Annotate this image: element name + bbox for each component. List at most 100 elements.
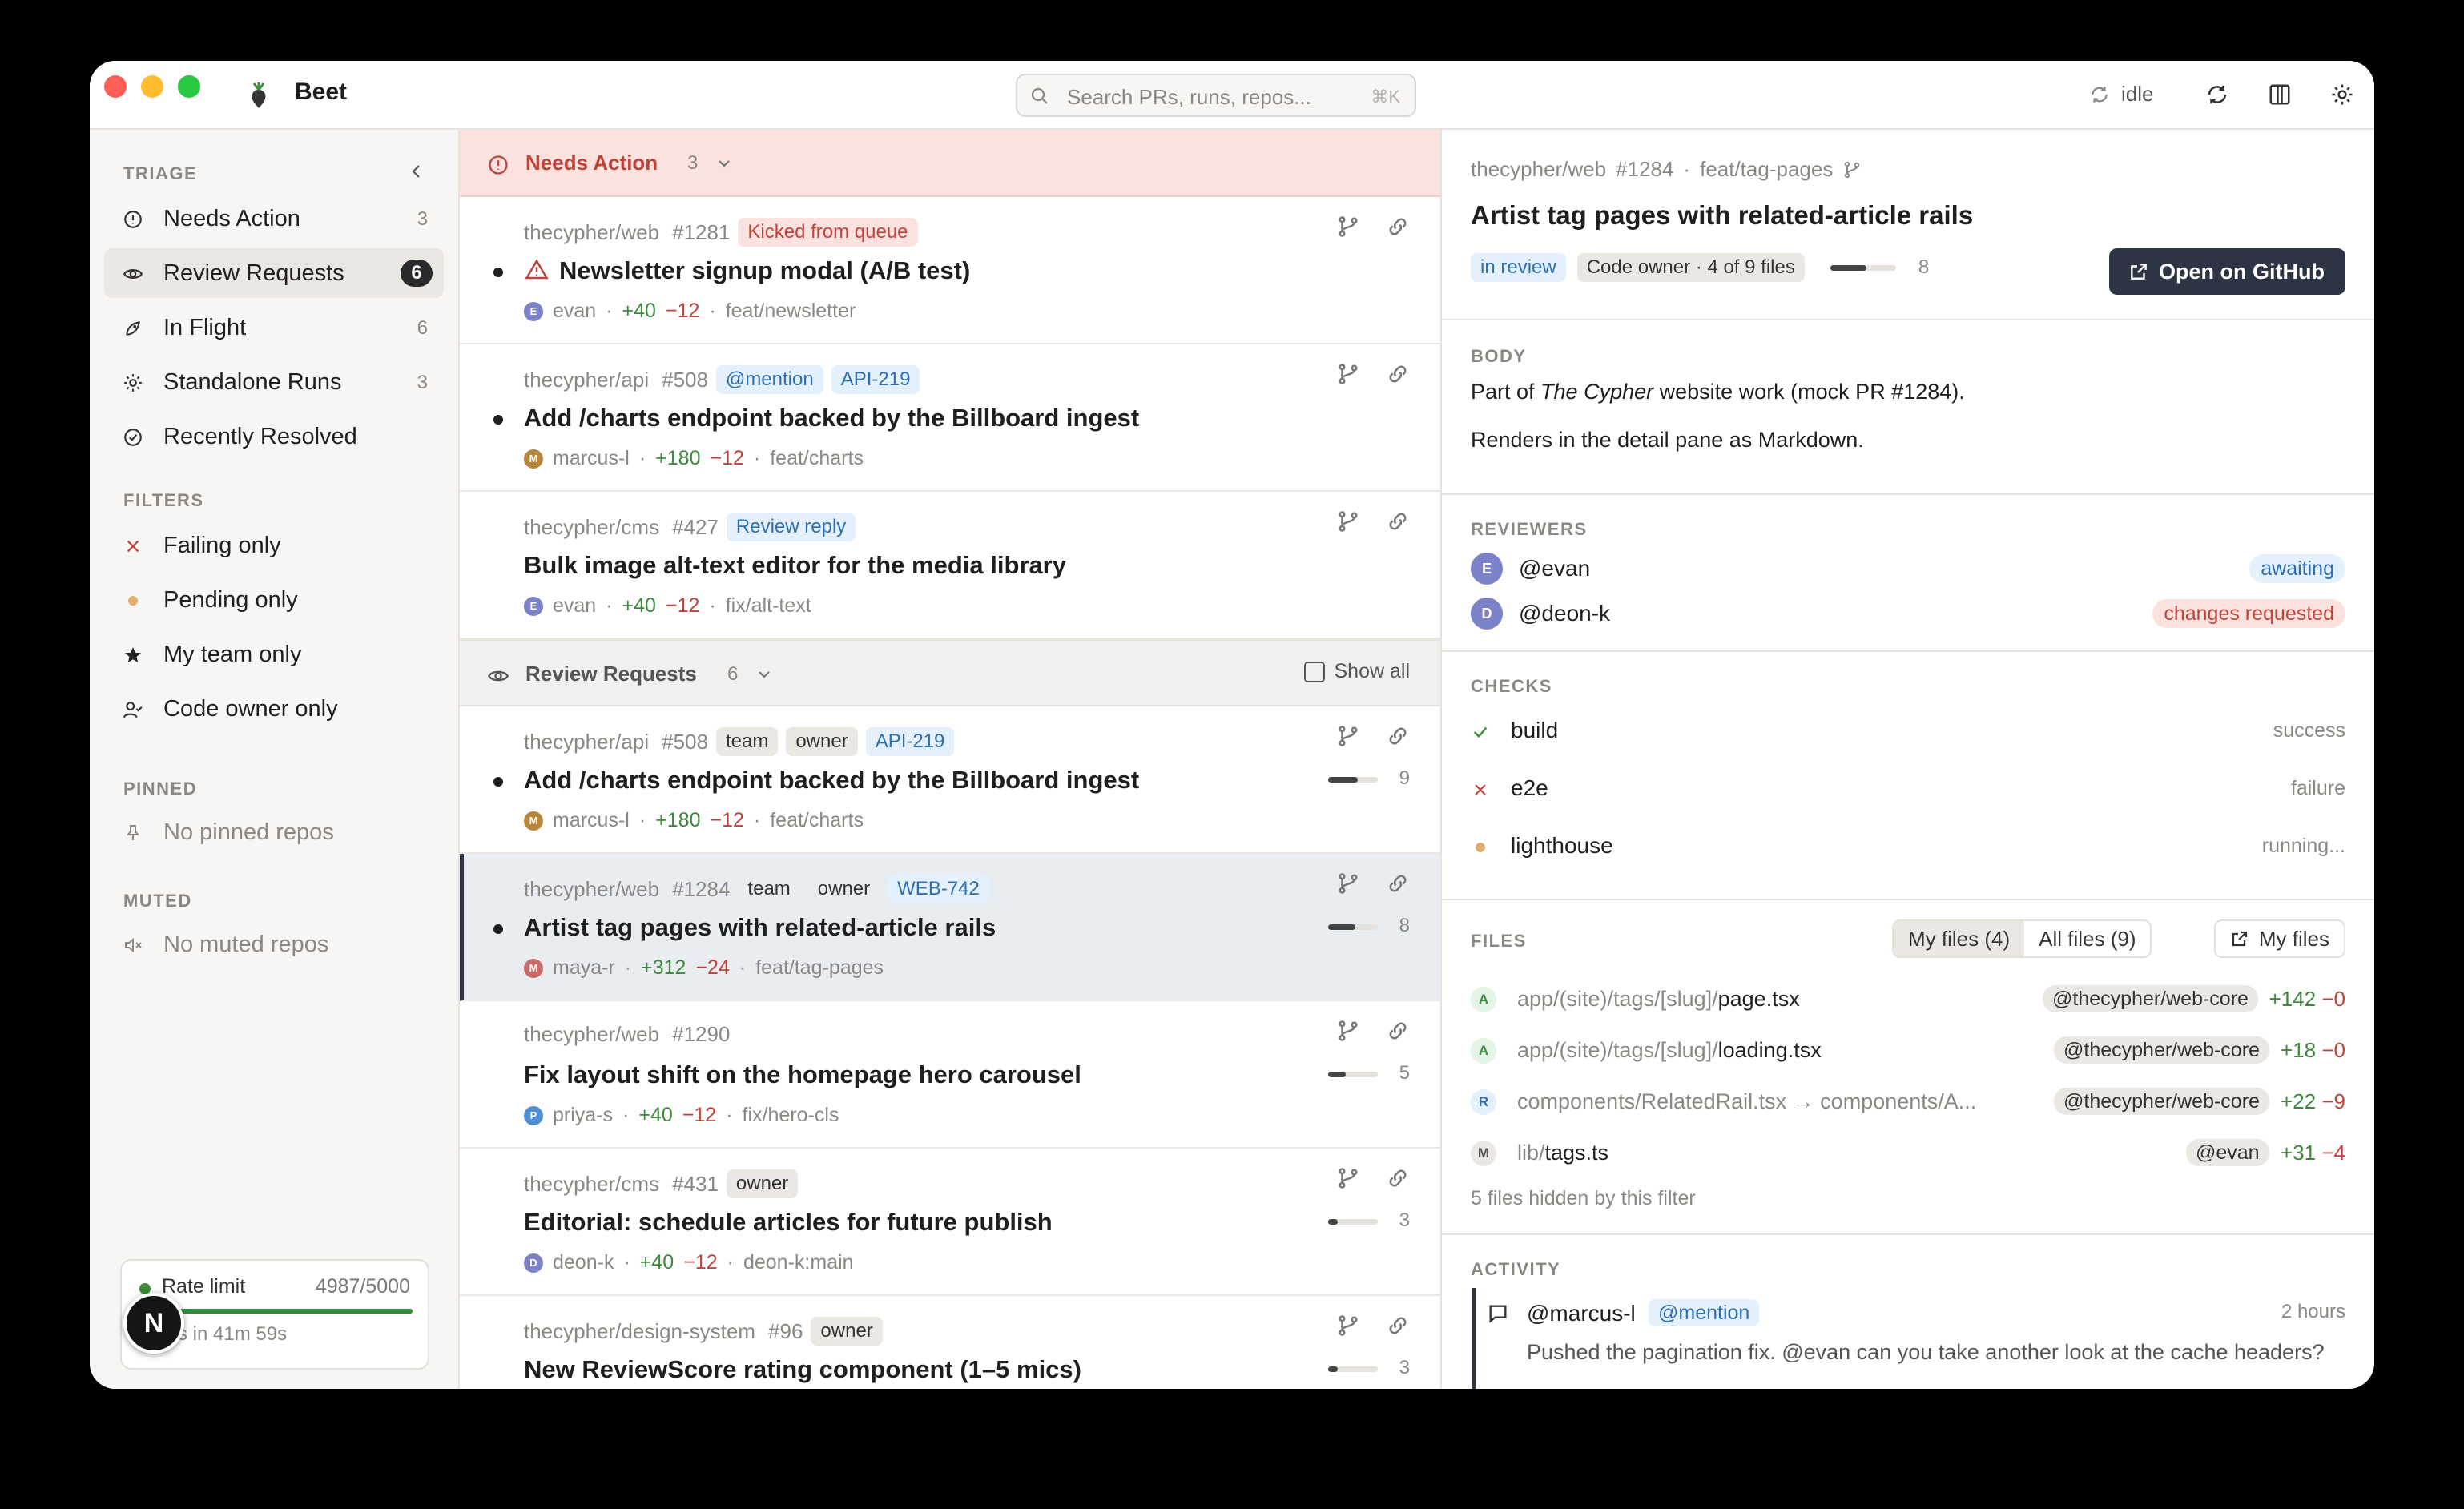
link-icon[interactable] — [1386, 1314, 1410, 1338]
link-icon[interactable] — [1386, 871, 1410, 895]
link-icon[interactable] — [1386, 509, 1410, 533]
avatar: M — [524, 449, 543, 469]
footer-separator: · — [727, 1251, 734, 1274]
activity-author[interactable]: @marcus-l — [1527, 1301, 1636, 1326]
rate-limit-reset: s in 41m 59s — [178, 1323, 288, 1345]
minimize-window-button[interactable] — [141, 75, 163, 98]
filter-my-team-only[interactable]: My team only — [104, 630, 444, 679]
pr-list-item[interactable]: thecypher/api #508 team owner API-219 Add … — [460, 706, 1440, 854]
show-all-checkbox[interactable] — [1303, 661, 1325, 682]
link-icon[interactable] — [1386, 724, 1410, 748]
external-link-icon — [2232, 931, 2247, 947]
sidebar-item-standalone-runs[interactable]: Standalone Runs 3 — [104, 357, 444, 407]
reviewer-state-badge: awaiting — [2249, 554, 2345, 583]
review-progress-count: 8 — [1399, 915, 1410, 936]
unread-dot — [493, 777, 503, 787]
file-row[interactable]: A app/(site)/tags/[slug]/loading.tsx @th… — [1471, 1033, 2345, 1070]
pr-meta: thecypher/api #508 team owner API-219 — [524, 727, 955, 756]
refresh-icon — [2208, 85, 2227, 104]
link-icon[interactable] — [1386, 362, 1410, 386]
open-on-github-button[interactable]: Open on GitHub — [2109, 248, 2345, 295]
sidebar-item-needs-action[interactable]: Needs Action 3 — [104, 194, 444, 243]
branch-icon[interactable] — [1336, 362, 1360, 386]
footer-separator: · — [709, 594, 716, 617]
pr-list-item[interactable]: thecypher/cms #427 Review reply Bulk ima… — [460, 492, 1440, 639]
settings-button[interactable] — [2326, 78, 2358, 111]
check-name: lighthouse — [1511, 833, 1613, 858]
layout-toggle-button[interactable] — [2264, 78, 2296, 111]
branch-icon[interactable] — [1336, 1314, 1360, 1338]
check-row-build[interactable]: build success — [1471, 714, 2345, 750]
file-path: app/(site)/tags/[slug]/page.tsx — [1517, 987, 1800, 1012]
all-files-tab[interactable]: All files (9) — [2024, 921, 2150, 956]
pr-tag: team — [747, 878, 791, 899]
file-deletions: −4 — [2321, 1141, 2345, 1165]
show-all-toggle[interactable]: Show all — [1303, 660, 1410, 683]
sync-status-label: idle — [2121, 82, 2154, 106]
branch-icon[interactable] — [1336, 215, 1360, 239]
footer-separator: · — [753, 447, 761, 469]
file-dir: app/(site)/tags/[slug]/ — [1517, 987, 1718, 1011]
pr-deletions: −12 — [665, 300, 700, 322]
footer-separator: · — [622, 1104, 630, 1126]
pr-repo: thecypher/api — [524, 729, 650, 754]
group-header-review-requests[interactable]: Review Requests 6 Show all — [460, 639, 1440, 706]
activity-item[interactable]: @marcus-l @mention 2 hours Pushed the pa… — [1472, 1288, 2345, 1389]
footer-separator: · — [753, 809, 761, 831]
pr-actions — [1336, 724, 1410, 748]
group-header-needs-action[interactable]: Needs Action 3 — [460, 130, 1440, 197]
pr-list-item[interactable]: thecypher/design-system #96 owner New Re… — [460, 1296, 1440, 1389]
reviewer-name: @evan — [1519, 556, 1591, 581]
pr-list-item[interactable]: thecypher/cms #431 owner Editorial: sche… — [460, 1149, 1440, 1296]
check-name: build — [1511, 718, 1559, 742]
pr-additions: +180 — [655, 809, 701, 831]
footer-separator: · — [739, 956, 747, 979]
pr-list-item[interactable]: thecypher/web #1281 Kicked from queue Ne… — [460, 197, 1440, 344]
review-progress-count: 3 — [1399, 1209, 1410, 1231]
refresh-button[interactable] — [2201, 78, 2233, 111]
file-name: loading.tsx — [1717, 1038, 1822, 1062]
sidebar-item-review-requests[interactable]: Review Requests 6 — [104, 248, 444, 298]
pr-list-item[interactable]: thecypher/api #508 @mention API-219 Add /… — [460, 344, 1440, 492]
dev-tools-badge[interactable]: N — [123, 1293, 184, 1354]
link-icon[interactable] — [1386, 215, 1410, 239]
search-input[interactable]: Search PRs, runs, repos... ⌘K — [1016, 74, 1416, 117]
branch-icon[interactable] — [1336, 509, 1360, 533]
reviewer-row[interactable]: E @evan awaiting — [1471, 551, 2345, 586]
my-files-external-button[interactable]: My files — [2213, 919, 2345, 958]
filter-label: Failing only — [163, 533, 281, 558]
branch-icon[interactable] — [1336, 724, 1360, 748]
file-dir: lib/ — [1517, 1141, 1545, 1165]
collapse-sidebar-icon[interactable] — [407, 162, 426, 181]
filter-code-owner-only[interactable]: Code owner only — [104, 684, 444, 734]
link-icon[interactable] — [1386, 1166, 1410, 1190]
check-row-e2e[interactable]: e2e failure — [1471, 772, 2345, 807]
pr-number: #1281 — [672, 219, 731, 244]
pr-branch: deon-k:main — [743, 1251, 854, 1274]
branch-icon[interactable] — [1336, 1166, 1360, 1190]
file-row[interactable]: M lib/tags.ts @evan +31 −4 — [1471, 1136, 2345, 1173]
pr-list-item[interactable]: thecypher/web #1290 Fix layout shift on … — [460, 1001, 1440, 1149]
file-row[interactable]: R components/RelatedRail.tsx → component… — [1471, 1084, 2345, 1121]
link-icon[interactable] — [1386, 1019, 1410, 1043]
pr-repo: thecypher/cms — [524, 1171, 660, 1196]
filter-label: Code owner only — [163, 696, 338, 722]
branch-icon[interactable] — [1336, 871, 1360, 895]
zoom-window-button[interactable] — [178, 75, 200, 98]
check-row-lighthouse[interactable]: lighthouse running... — [1471, 830, 2345, 865]
file-row[interactable]: A app/(site)/tags/[slug]/page.tsx @thecy… — [1471, 982, 2345, 1019]
pr-title: Fix layout shift on the homepage hero ca… — [524, 1060, 1081, 1089]
sidebar-item-recently-resolved[interactable]: Recently Resolved — [104, 412, 444, 461]
detail-repo[interactable]: thecypher/web — [1471, 157, 1606, 182]
pr-list-item[interactable]: thecypher/web #1284 team owner WEB-742 Art… — [460, 854, 1440, 1001]
close-window-button[interactable] — [104, 75, 127, 98]
reviewer-row[interactable]: D @deon-k changes requested — [1471, 596, 2345, 631]
pr-footer: E evan · +40 −12 · fix/alt-text — [524, 594, 811, 618]
branch-icon[interactable] — [1336, 1019, 1360, 1043]
sidebar-item-in-flight[interactable]: In Flight 6 — [104, 303, 444, 352]
my-files-tab[interactable]: My files (4) — [1894, 921, 2025, 956]
body-emphasis: The Cypher — [1540, 380, 1654, 404]
filter-pending-only[interactable]: Pending only — [104, 575, 444, 625]
filter-failing-only[interactable]: Failing only — [104, 521, 444, 570]
pr-author: marcus-l — [553, 447, 630, 469]
